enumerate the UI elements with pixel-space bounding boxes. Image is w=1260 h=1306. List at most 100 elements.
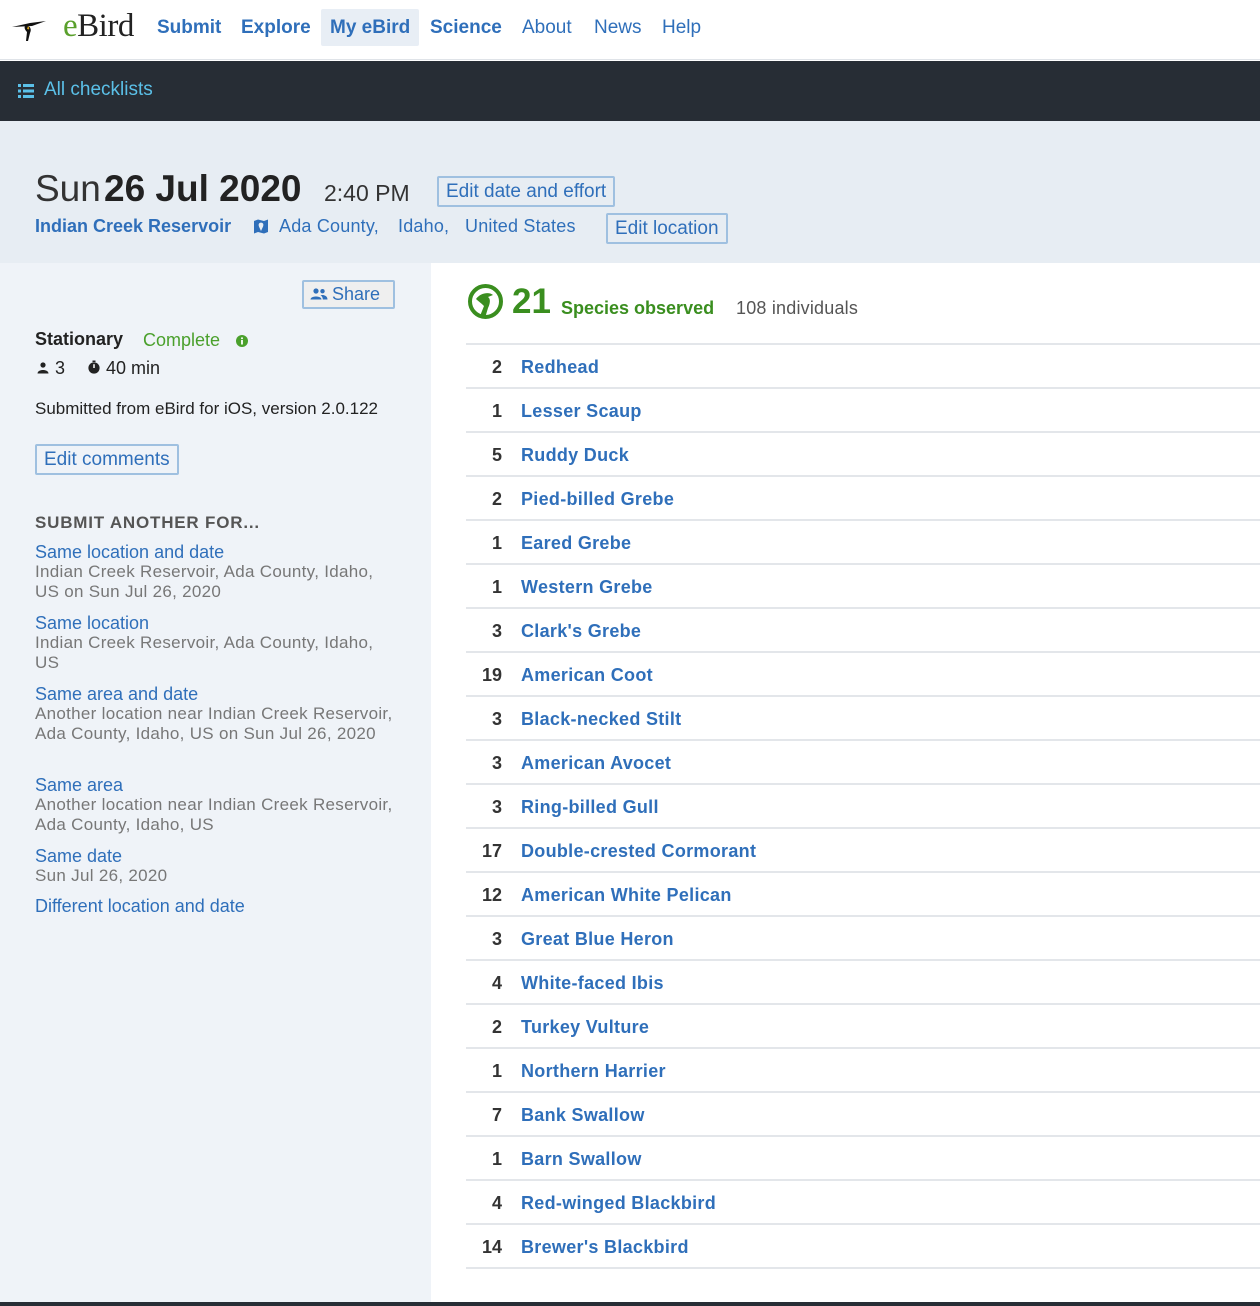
edit-location-button[interactable]: Edit location bbox=[606, 213, 728, 244]
observation-row: 3 American Avocet bbox=[466, 741, 1260, 785]
same-area-date-desc: Another location near Indian Creek Reser… bbox=[35, 704, 393, 743]
nav-explore[interactable]: Explore bbox=[232, 9, 320, 46]
species-name-link[interactable]: Ring-billed Gull bbox=[521, 797, 659, 818]
observation-count: 2 bbox=[491, 357, 502, 377]
same-area-desc: Another location near Indian Creek Reser… bbox=[35, 795, 393, 834]
species-name-link[interactable]: American White Pelican bbox=[521, 885, 732, 906]
observation-count: 3 bbox=[491, 753, 502, 773]
observation-row: 19 American Coot bbox=[466, 653, 1260, 697]
observation-count: 2 bbox=[491, 489, 502, 509]
species-name-link[interactable]: Redhead bbox=[521, 357, 599, 378]
map-pin-icon[interactable] bbox=[253, 219, 269, 239]
checklist-day: Sun bbox=[35, 168, 101, 209]
stopwatch-icon bbox=[87, 358, 101, 379]
observation-row: 4 White-faced Ibis bbox=[466, 961, 1260, 1005]
species-name-link[interactable]: Lesser Scaup bbox=[521, 401, 642, 422]
effort-stats: 3 40 min bbox=[37, 358, 160, 379]
species-name-link[interactable]: Great Blue Heron bbox=[521, 929, 674, 950]
share-label: Share bbox=[332, 284, 381, 304]
species-name-link[interactable]: Ruddy Duck bbox=[521, 445, 629, 466]
species-name-link[interactable]: Northern Harrier bbox=[521, 1061, 666, 1082]
nav-about[interactable]: About bbox=[513, 9, 581, 46]
observation-count: 1 bbox=[491, 401, 502, 421]
observation-row: 14 Brewer's Blackbird bbox=[466, 1225, 1260, 1269]
location-name-link[interactable]: Indian Creek Reservoir bbox=[35, 216, 231, 237]
checklist-time: 2:40 PM bbox=[324, 180, 410, 206]
footer-bar bbox=[0, 1302, 1260, 1306]
checklist-subnav: All checklists bbox=[0, 61, 1260, 121]
observation-count: 1 bbox=[491, 1149, 502, 1169]
species-name-link[interactable]: Barn Swallow bbox=[521, 1149, 642, 1170]
ebird-bird-logo-icon[interactable] bbox=[0, 0, 58, 60]
checklist-date: 26 Jul 2020 bbox=[104, 168, 302, 209]
observation-count: 3 bbox=[491, 797, 502, 817]
species-name-link[interactable]: Western Grebe bbox=[521, 577, 653, 598]
nav-help[interactable]: Help bbox=[653, 9, 710, 46]
observation-list: 2 Redhead 1 Lesser Scaup 5 Ruddy Duck 2 Pied-bi… bbox=[466, 343, 1260, 1269]
same-location-link[interactable]: Same location bbox=[35, 613, 149, 633]
observation-row: 1 Barn Swallow bbox=[466, 1137, 1260, 1181]
species-name-link[interactable]: Black-necked Stilt bbox=[521, 709, 681, 730]
submitted-from-text: Submitted from eBird for iOS, version 2.… bbox=[35, 399, 378, 418]
edit-comments-button[interactable]: Edit comments bbox=[35, 444, 179, 475]
list-icon bbox=[18, 84, 34, 103]
species-name-link[interactable]: Pied-billed Grebe bbox=[521, 489, 674, 510]
observation-row: 5 Ruddy Duck bbox=[466, 433, 1260, 477]
logo-bird: Bird bbox=[77, 8, 134, 44]
observation-count: 2 bbox=[491, 1017, 502, 1037]
state-link[interactable]: Idaho, bbox=[398, 216, 449, 237]
same-location-date-desc: Indian Creek Reservoir, Ada County, Idah… bbox=[35, 562, 374, 601]
observation-row: 12 American White Pelican bbox=[466, 873, 1260, 917]
country-link[interactable]: United States bbox=[465, 216, 576, 237]
species-name-link[interactable]: Double-crested Cormorant bbox=[521, 841, 756, 862]
submit-another-heading: SUBMIT ANOTHER FOR... bbox=[35, 513, 260, 532]
observation-row: 1 Northern Harrier bbox=[466, 1049, 1260, 1093]
nav-science[interactable]: Science bbox=[421, 9, 511, 46]
species-name-link[interactable]: Brewer's Blackbird bbox=[521, 1237, 689, 1258]
observation-row: 4 Red-winged Blackbird bbox=[466, 1181, 1260, 1225]
ebird-logo[interactable]: eBird bbox=[63, 8, 134, 45]
observation-count: 3 bbox=[491, 929, 502, 949]
observation-count: 7 bbox=[491, 1105, 502, 1125]
duration: 40 min bbox=[106, 358, 161, 378]
share-button[interactable]: Share bbox=[302, 280, 395, 309]
observation-row: 3 Clark's Grebe bbox=[466, 609, 1260, 653]
top-navigation: eBird Submit Explore My eBird Science Ab… bbox=[0, 0, 1260, 60]
same-location-date-link[interactable]: Same location and date bbox=[35, 542, 224, 562]
different-location-date-link[interactable]: Different location and date bbox=[35, 896, 245, 916]
species-panel: 21 Species observed 108 individuals 2 Red… bbox=[431, 263, 1260, 1303]
species-name-link[interactable]: American Avocet bbox=[521, 753, 671, 774]
info-icon[interactable] bbox=[236, 334, 248, 352]
species-name-link[interactable]: Turkey Vulture bbox=[521, 1017, 649, 1038]
species-name-link[interactable]: Red-winged Blackbird bbox=[521, 1193, 716, 1214]
species-name-link[interactable]: Clark's Grebe bbox=[521, 621, 641, 642]
species-name-link[interactable]: White-faced Ibis bbox=[521, 973, 664, 994]
edit-date-button[interactable]: Edit date and effort bbox=[437, 176, 616, 207]
same-area-date-link[interactable]: Same area and date bbox=[35, 684, 198, 704]
same-area-link[interactable]: Same area bbox=[35, 775, 123, 795]
nav-news[interactable]: News bbox=[585, 9, 651, 46]
observation-count: 1 bbox=[491, 577, 502, 597]
observation-count: 1 bbox=[491, 533, 502, 553]
observation-row: 7 Bank Swallow bbox=[466, 1093, 1260, 1137]
person-icon bbox=[37, 358, 49, 379]
species-name-link[interactable]: American Coot bbox=[521, 665, 653, 686]
observation-row: 3 Ring-billed Gull bbox=[466, 785, 1260, 829]
species-name-link[interactable]: Bank Swallow bbox=[521, 1105, 645, 1126]
same-date-link[interactable]: Same date bbox=[35, 846, 122, 866]
all-checklists-link[interactable]: All checklists bbox=[44, 79, 153, 101]
checklist-sidebar: Share Stationary Complete 3 40 min Submi… bbox=[0, 263, 431, 1306]
observation-row: 2 Pied-billed Grebe bbox=[466, 477, 1260, 521]
party-size: 3 bbox=[55, 358, 66, 378]
observation-count: 1 bbox=[491, 1061, 502, 1081]
checklist-header: Sun 26 Jul 2020 2:40 PM Edit date and ef… bbox=[0, 121, 1260, 263]
observation-row: 3 Black-necked Stilt bbox=[466, 697, 1260, 741]
nav-submit[interactable]: Submit bbox=[148, 9, 230, 46]
observation-count: 12 bbox=[481, 885, 502, 905]
observation-count: 4 bbox=[491, 973, 502, 993]
observation-row: 1 Eared Grebe bbox=[466, 521, 1260, 565]
county-link[interactable]: Ada County, bbox=[279, 216, 379, 237]
species-name-link[interactable]: Eared Grebe bbox=[521, 533, 631, 554]
nav-my-ebird[interactable]: My eBird bbox=[321, 9, 420, 46]
species-observed-icon bbox=[468, 284, 503, 324]
